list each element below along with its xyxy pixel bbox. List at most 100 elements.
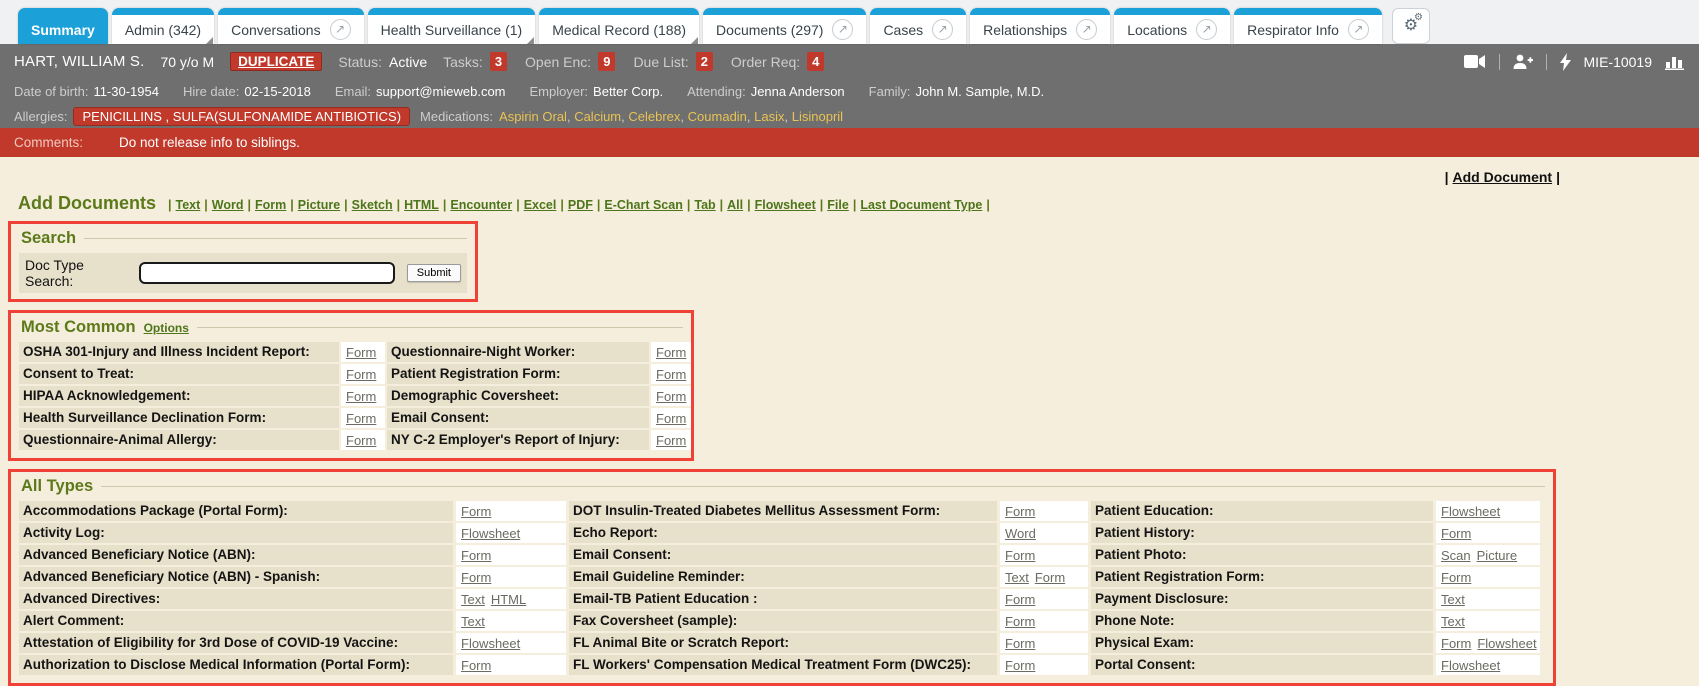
doc-link-form[interactable]: Form <box>346 345 376 360</box>
quicklink-excel[interactable]: Excel <box>524 198 557 212</box>
settings-gear-button[interactable]: ⚙⚙ <box>1392 8 1430 44</box>
popout-icon[interactable]: ↗ <box>1196 19 1217 40</box>
quicklink-e-chart-scan[interactable]: E-Chart Scan <box>604 198 683 212</box>
doc-link-form[interactable]: Form <box>656 411 686 426</box>
counter-badge[interactable]: 9 <box>598 52 615 71</box>
doc-link-form[interactable]: Form <box>1441 526 1471 541</box>
search-title: Search <box>21 229 76 248</box>
pipe: | <box>397 198 401 212</box>
doc-link-form[interactable]: Form <box>656 433 686 448</box>
doc-link-flowsheet[interactable]: Flowsheet <box>1441 504 1500 519</box>
doc-type-links: Form <box>1436 523 1540 543</box>
doc-link-flowsheet[interactable]: Flowsheet <box>1477 636 1536 651</box>
doc-link-html[interactable]: HTML <box>491 592 526 607</box>
quicklink-all[interactable]: All <box>727 198 743 212</box>
tab-documents-297[interactable]: Documents (297)↗ <box>703 8 866 44</box>
add-document-link[interactable]: Add Document <box>1453 169 1553 185</box>
doc-link-form[interactable]: Form <box>1005 636 1035 651</box>
tab-respirator-info[interactable]: Respirator Info↗ <box>1234 8 1382 44</box>
quicklink-sketch[interactable]: Sketch <box>352 198 393 212</box>
lightning-icon[interactable] <box>1560 53 1571 71</box>
popout-icon[interactable]: ↗ <box>932 19 953 40</box>
doc-link-form[interactable]: Form <box>461 658 491 673</box>
medication-link-aspirin-oral[interactable]: Aspirin Oral <box>499 109 567 124</box>
doc-link-form[interactable]: Form <box>461 504 491 519</box>
doc-link-form[interactable]: Form <box>1005 658 1035 673</box>
doc-link-form[interactable]: Form <box>656 345 686 360</box>
options-link[interactable]: Options <box>144 321 189 335</box>
doc-link-form[interactable]: Form <box>656 367 686 382</box>
doc-link-form[interactable]: Form <box>1005 504 1035 519</box>
counter-badge[interactable]: 3 <box>490 52 507 71</box>
doc-link-form[interactable]: Form <box>656 389 686 404</box>
medication-link-lasix[interactable]: Lasix <box>754 109 784 124</box>
doc-link-form[interactable]: Form <box>1441 570 1471 585</box>
popout-icon[interactable]: ↗ <box>330 19 351 40</box>
tab-locations[interactable]: Locations↗ <box>1114 8 1230 44</box>
doc-link-text[interactable]: Text <box>461 592 485 607</box>
doc-link-form[interactable]: Form <box>461 548 491 563</box>
popout-icon[interactable]: ↗ <box>1076 19 1097 40</box>
doc-link-text[interactable]: Text <box>1005 570 1029 585</box>
doc-link-form[interactable]: Form <box>346 433 376 448</box>
tab-health-surveillance-1[interactable]: Health Surveillance (1) <box>368 8 536 44</box>
tab-cases[interactable]: Cases↗ <box>870 8 966 44</box>
medication-link-calcium[interactable]: Calcium <box>574 109 621 124</box>
doc-link-text[interactable]: Text <box>461 614 485 629</box>
counter-badge[interactable]: 4 <box>807 52 824 71</box>
allergy-badge[interactable]: PENICILLINS , SULFA(SULFONAMIDE ANTIBIOT… <box>73 107 410 126</box>
quicklink-file[interactable]: File <box>827 198 849 212</box>
popout-icon[interactable]: ↗ <box>832 19 853 40</box>
doc-type-name: Patient History: <box>1091 523 1433 543</box>
quicklink-flowsheet[interactable]: Flowsheet <box>755 198 816 212</box>
submit-button[interactable]: Submit <box>407 264 461 282</box>
doc-link-form[interactable]: Form <box>461 570 491 585</box>
quicklink-pdf[interactable]: PDF <box>568 198 593 212</box>
doc-link-flowsheet[interactable]: Flowsheet <box>461 526 520 541</box>
doc-link-form[interactable]: Form <box>1035 570 1065 585</box>
doc-type-links: Word <box>1000 523 1088 543</box>
medication-link-lisinopril[interactable]: Lisinopril <box>792 109 843 124</box>
quicklink-word[interactable]: Word <box>212 198 244 212</box>
doc-link-form[interactable]: Form <box>1005 614 1035 629</box>
quicklink-picture[interactable]: Picture <box>298 198 340 212</box>
quicklink-html[interactable]: HTML <box>404 198 439 212</box>
doc-link-scan[interactable]: Scan <box>1441 548 1471 563</box>
doc-link-form[interactable]: Form <box>346 367 376 382</box>
add-user-icon[interactable] <box>1513 54 1533 70</box>
quicklink-tab[interactable]: Tab <box>694 198 715 212</box>
doc-link-form[interactable]: Form <box>346 411 376 426</box>
popout-icon[interactable]: ↗ <box>1348 19 1369 40</box>
medication-link-celebrex[interactable]: Celebrex <box>628 109 680 124</box>
counter-badge[interactable]: 2 <box>696 52 713 71</box>
doc-link-picture[interactable]: Picture <box>1477 548 1517 563</box>
doc-link-form[interactable]: Form <box>1441 636 1471 651</box>
tab-conversations[interactable]: Conversations↗ <box>218 8 364 44</box>
doc-link-text[interactable]: Text <box>1441 592 1465 607</box>
patient-name: HART, WILLIAM S. <box>14 53 144 70</box>
tab-summary[interactable]: Summary <box>18 8 108 44</box>
doc-link-form[interactable]: Form <box>1005 592 1035 607</box>
quicklink-last-document-type[interactable]: Last Document Type <box>860 198 982 212</box>
doc-type-search-input[interactable] <box>139 262 394 284</box>
tab-medical-record-188[interactable]: Medical Record (188) <box>539 8 699 44</box>
doc-link-form[interactable]: Form <box>1005 548 1035 563</box>
doc-link-word[interactable]: Word <box>1005 526 1036 541</box>
tab-admin-342[interactable]: Admin (342) <box>112 8 214 44</box>
chart-stats-icon[interactable] <box>1665 54 1685 70</box>
quicklink-form[interactable]: Form <box>255 198 286 212</box>
doc-type-name: Accommodations Package (Portal Form): <box>19 501 453 521</box>
medication-link-coumadin[interactable]: Coumadin <box>688 109 747 124</box>
tab-relationships[interactable]: Relationships↗ <box>970 8 1110 44</box>
doc-type-name: Payment Disclosure: <box>1091 589 1433 609</box>
search-section: Search Doc Type Search: Submit <box>8 221 478 302</box>
doc-link-flowsheet[interactable]: Flowsheet <box>461 636 520 651</box>
field-value: 11-30-1954 <box>93 84 159 99</box>
doc-link-text[interactable]: Text <box>1441 614 1465 629</box>
doc-link-form[interactable]: Form <box>346 389 376 404</box>
duplicate-badge[interactable]: DUPLICATE <box>230 52 322 71</box>
quicklink-text[interactable]: Text <box>176 198 201 212</box>
doc-link-flowsheet[interactable]: Flowsheet <box>1441 658 1500 673</box>
video-camera-icon[interactable] <box>1464 54 1486 69</box>
quicklink-encounter[interactable]: Encounter <box>450 198 512 212</box>
